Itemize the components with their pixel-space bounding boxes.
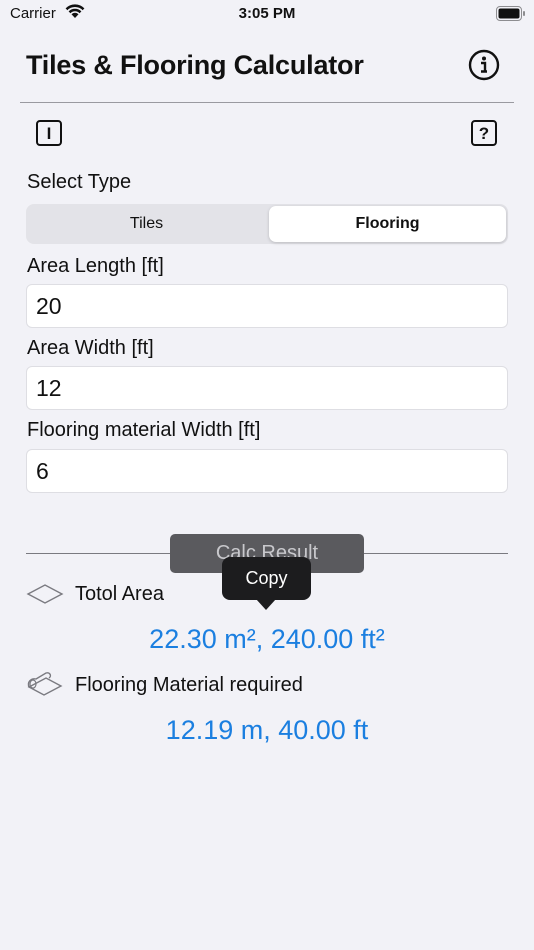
help-button[interactable]: ? (471, 120, 497, 146)
flooring-material-label: Flooring Material required (75, 674, 303, 696)
area-length-label: Area Length [ft] (27, 255, 164, 277)
material-width-label: Flooring material Width [ft] (27, 419, 261, 441)
clock: 3:05 PM (238, 5, 296, 22)
flooring-material-value: 12.19 m, 40.00 ft (165, 715, 369, 745)
area-width-input[interactable]: 12 (26, 366, 508, 410)
total-area-label: Totol Area (75, 583, 164, 605)
flooring-roll-icon (27, 672, 63, 696)
page-title: Tiles & Flooring Calculator (26, 50, 364, 80)
battery-icon (496, 6, 525, 21)
tooltip-arrow (256, 599, 276, 610)
copy-tooltip[interactable]: Copy (222, 557, 311, 600)
area-width-label: Area Width [ft] (27, 337, 154, 359)
help-button-label: ? (478, 123, 490, 143)
area-icon (26, 584, 64, 604)
status-bar: Carrier 3:05 PM (0, 0, 534, 30)
material-width-input[interactable]: 6 (26, 449, 508, 493)
header-divider (20, 102, 514, 103)
segment-flooring[interactable]: Flooring (269, 206, 506, 242)
info-square-label: I (46, 123, 52, 143)
info-square-button[interactable]: I (36, 120, 62, 146)
segment-tiles[interactable]: Tiles (28, 206, 265, 242)
type-segmented-control: Tiles Flooring (26, 204, 508, 244)
total-area-value: 22.30 m², 240.00 ft² (149, 624, 385, 654)
area-length-input[interactable]: 20 (26, 284, 508, 328)
select-type-label: Select Type (27, 171, 132, 193)
info-icon[interactable] (468, 49, 500, 81)
